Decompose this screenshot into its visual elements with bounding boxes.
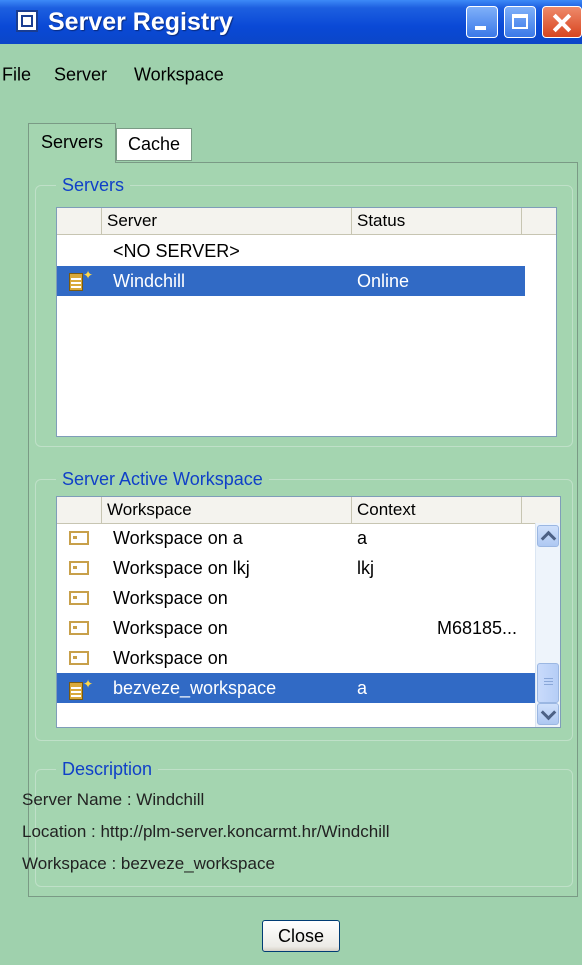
close-button[interactable]: Close [262, 920, 340, 952]
description-legend: Description [56, 757, 159, 781]
active-workspace-icon: ✦ [69, 678, 93, 700]
workspace-list-header: Workspace Context [57, 497, 560, 524]
workspace-list[interactable]: Workspace Context Workspace on a a Works… [56, 496, 561, 728]
tab-cache[interactable]: Cache [116, 128, 192, 161]
menu-bar: File Server Workspace [0, 44, 582, 90]
workspace-icon [69, 531, 91, 547]
workspace-row[interactable]: Workspace on a a [57, 523, 537, 553]
tab-servers[interactable]: Servers [28, 123, 116, 163]
column-header-filler [521, 208, 556, 234]
workspace-icon [69, 561, 91, 577]
workspace-list-scrollbar[interactable] [535, 523, 560, 727]
workspace-row[interactable]: Workspace on [57, 583, 537, 613]
description-group: Description Server Name : Windchill Loca… [22, 757, 573, 887]
app-icon [16, 10, 38, 32]
workspace-group: Server Active Workspace Workspace Contex… [35, 467, 573, 741]
window-title: Server Registry [48, 8, 233, 36]
column-header-server[interactable]: Server [101, 208, 351, 234]
workspace-row[interactable]: Workspace on M68185... [57, 613, 537, 643]
server-name: <NO SERVER> [113, 241, 240, 261]
menu-file[interactable]: File [2, 65, 31, 86]
servers-list[interactable]: Server Status <NO SERVER> ✦ Windchill On… [56, 207, 557, 437]
scroll-down-icon[interactable] [537, 703, 559, 725]
maximize-button[interactable] [504, 6, 536, 38]
servers-list-header: Server Status [57, 208, 556, 235]
minimize-button[interactable] [466, 6, 498, 38]
workspace-context: lkj [357, 558, 374, 578]
column-header-context[interactable]: Context [351, 497, 521, 523]
server-row-windchill[interactable]: ✦ Windchill Online [57, 266, 525, 296]
workspace-context: a [357, 678, 368, 698]
server-icon: ✦ [69, 269, 93, 291]
servers-group-legend: Servers [56, 173, 131, 197]
server-status: Online [357, 271, 410, 291]
description-workspace: Workspace : bezveze_workspace [22, 854, 275, 873]
workspace-row[interactable]: Workspace on [57, 643, 537, 673]
servers-tab-panel: Servers Server Status <NO SERVER> ✦ Wind… [22, 162, 578, 897]
servers-group: Servers Server Status <NO SERVER> ✦ Wind… [35, 173, 573, 447]
workspace-row[interactable]: Workspace on lkj lkj [57, 553, 537, 583]
workspace-icon [69, 651, 91, 667]
scroll-up-icon[interactable] [537, 525, 559, 547]
workspace-name: bezveze_workspace [113, 678, 277, 698]
workspace-name: Workspace on [113, 588, 228, 608]
workspace-name: Workspace on lkj [113, 558, 250, 578]
title-bar: Server Registry [0, 0, 582, 45]
workspace-group-legend: Server Active Workspace [56, 467, 269, 491]
workspace-name: Workspace on [113, 648, 228, 668]
description-location: Location : http://plm-server.koncarmt.hr… [22, 822, 390, 841]
workspace-name: Workspace on [113, 618, 228, 638]
server-name: Windchill [113, 271, 186, 291]
workspace-context: a [357, 528, 368, 548]
menu-workspace[interactable]: Workspace [134, 65, 224, 86]
workspace-context: M68185... [437, 618, 518, 638]
description-server-name: Server Name : Windchill [22, 790, 205, 809]
column-header-filler [521, 497, 560, 523]
workspace-row-selected[interactable]: ✦ bezveze_workspace a [57, 673, 537, 703]
column-header-workspace[interactable]: Workspace [101, 497, 351, 523]
server-row-no-server[interactable]: <NO SERVER> [57, 236, 525, 266]
menu-server[interactable]: Server [54, 65, 107, 86]
workspace-name: Workspace on a [113, 528, 243, 548]
workspace-icon [69, 621, 91, 637]
close-window-button[interactable] [542, 6, 582, 38]
workspace-icon [69, 591, 91, 607]
scroll-thumb[interactable] [537, 663, 559, 703]
column-header-status[interactable]: Status [351, 208, 521, 234]
